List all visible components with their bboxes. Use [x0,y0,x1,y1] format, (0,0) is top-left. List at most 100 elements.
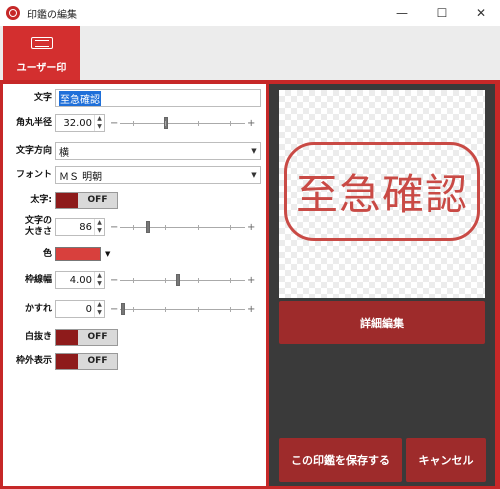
invert-toggle[interactable]: OFF [55,328,118,346]
color-swatch [55,247,101,261]
slider-tick [197,306,199,312]
stamp-preview: 至急確認 [279,90,485,298]
slider-tick [165,120,166,126]
bold-toggle[interactable]: OFF [55,191,118,209]
plus-icon[interactable]: + [247,304,255,315]
minus-icon[interactable]: − [110,275,118,286]
slider-tick [165,306,166,312]
direction-value: 横 [59,147,69,159]
chevron-down-icon: ▼ [251,147,257,155]
slider-thumb[interactable] [145,220,150,233]
corner-radius-label: 角丸半径 [15,117,52,128]
border-width-slider[interactable]: − + [110,271,255,289]
font-value: ＭＳ 明朝 [59,171,103,183]
invert-label: 白抜き [24,331,52,342]
corner-radius-value: 32.00 [63,117,92,129]
minus-icon[interactable]: − [110,118,118,129]
minimize-button[interactable]: — [382,0,422,26]
preview-panel: 至急確認 詳細編集 この印鑑を保存する キャンセル [269,84,495,486]
settings-panel: 文字 至急確認 角丸半径 32.00 ▲ ▼ − + 文字方向 横 ▼ フォント… [3,84,266,486]
cancel-button[interactable]: キャンセル [406,438,486,482]
slider-tick [132,306,134,312]
spin-down-icon[interactable]: ▼ [95,123,104,131]
minus-icon[interactable]: − [110,304,118,315]
direction-label: 文字方向 [15,145,52,156]
tab-user-stamp[interactable]: ユーザー印 [3,26,80,80]
tab-strip: ユーザー印 [0,26,500,80]
spin-up-icon[interactable]: ▲ [95,219,104,227]
slider-tick [230,120,231,126]
color-picker[interactable]: ▼ [55,246,110,262]
font-select[interactable]: ＭＳ 明朝 ▼ [55,166,261,184]
maximize-button[interactable]: ☐ [422,0,462,26]
tab-label: ユーザー印 [16,63,67,74]
bold-label: 太字: [30,194,52,205]
blur-slider[interactable]: − + [110,300,255,318]
slider-tick [230,306,231,312]
text-size-value: 86 [79,221,92,233]
text-size-label-line1: 文字の [24,216,52,226]
corner-radius-slider[interactable]: − + [110,114,255,132]
detail-edit-button[interactable]: 詳細編集 [279,301,485,344]
toggle-knob [56,353,78,369]
stamp-text-input[interactable]: 至急確認 [55,89,261,107]
save-stamp-button[interactable]: この印鑑を保存する [279,438,402,482]
slider-thumb[interactable] [175,273,180,286]
app-stamp-icon [6,6,20,20]
corner-radius-spinner[interactable]: 32.00 ▲ ▼ [55,114,105,132]
stamp-card-icon [30,37,53,49]
slider-tick [197,120,199,126]
direction-select[interactable]: 横 ▼ [55,142,261,160]
text-size-label: 文字の 大きさ [25,216,52,238]
spin-up-icon[interactable]: ▲ [95,301,104,309]
border-width-spinner[interactable]: 4.00 ▲ ▼ [55,271,105,289]
window-controls: — ☐ ✕ [382,0,500,26]
outside-state: OFF [78,353,117,369]
invert-state: OFF [78,329,117,345]
outside-label: 枠外表示 [15,355,52,366]
slider-tick [197,224,199,230]
main-frame: 文字 至急確認 角丸半径 32.00 ▲ ▼ − + 文字方向 横 ▼ フォント… [0,80,500,489]
blur-spinner[interactable]: 0 ▲ ▼ [55,300,105,318]
chevron-down-icon: ▼ [105,250,111,258]
text-size-slider[interactable]: − + [110,218,255,236]
blur-label: かすれ [24,303,52,314]
slider-tick [165,224,166,230]
close-button[interactable]: ✕ [462,0,500,26]
border-width-value: 4.00 [69,274,92,286]
slider-tick [230,224,231,230]
slider-tick [165,277,166,283]
text-size-spinner[interactable]: 86 ▲ ▼ [55,218,105,236]
plus-icon[interactable]: + [247,222,255,233]
blur-value: 0 [85,303,92,315]
color-label: 色 [42,248,52,259]
stamp-text-value: 至急確認 [59,90,101,106]
spin-down-icon[interactable]: ▼ [95,309,104,317]
spin-up-icon[interactable]: ▲ [95,115,104,123]
title-bar: 印鑑の編集 — ☐ ✕ [0,0,500,26]
plus-icon[interactable]: + [247,118,255,129]
text-label: 文字 [33,92,52,103]
minus-icon[interactable]: − [110,222,118,233]
spin-down-icon[interactable]: ▼ [95,227,104,235]
spin-up-icon[interactable]: ▲ [95,272,104,280]
plus-icon[interactable]: + [247,275,255,286]
window-title: 印鑑の編集 [27,9,77,21]
font-label: フォント [15,169,52,180]
slider-tick [132,224,134,230]
slider-tick [132,277,134,283]
bold-state: OFF [78,192,117,208]
stamp-preview-text: 至急確認 [295,170,468,219]
spin-down-icon[interactable]: ▼ [95,280,104,288]
slider-thumb[interactable] [120,302,125,315]
slider-tick [197,277,199,283]
slider-tick [230,277,231,283]
stamp-frame: 至急確認 [284,142,480,241]
toggle-knob [56,192,78,208]
toggle-knob [56,329,78,345]
border-width-label: 枠線幅 [24,274,52,285]
chevron-down-icon: ▼ [251,171,257,179]
outside-toggle[interactable]: OFF [55,352,118,370]
text-size-label-line2: 大きさ [24,227,52,237]
slider-tick [132,120,134,126]
